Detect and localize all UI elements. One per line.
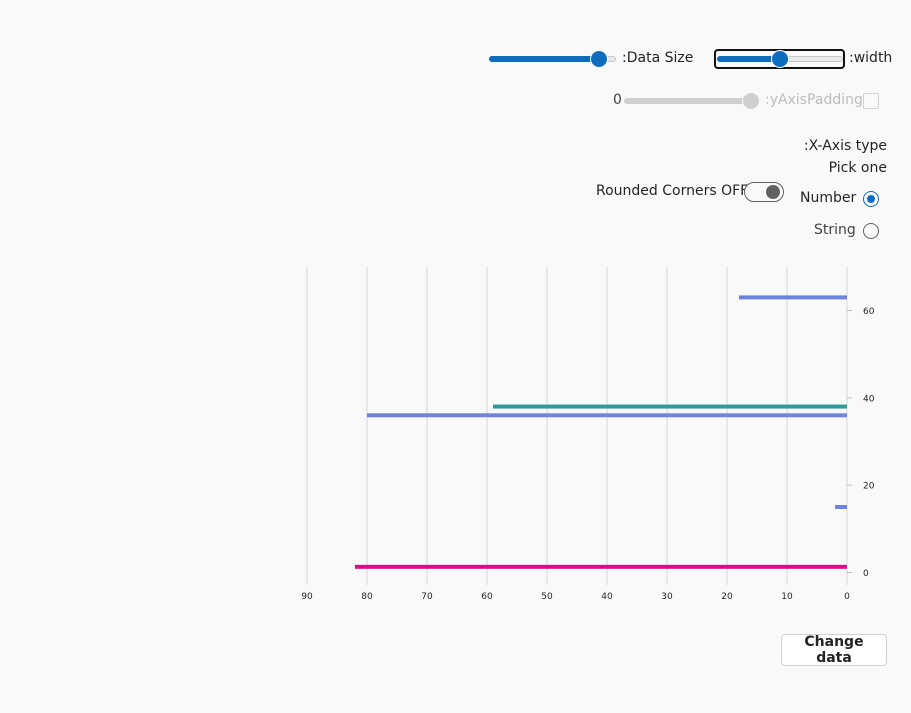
y-tick-label: 60: [863, 307, 875, 317]
y-axis-padding-value: 0: [613, 92, 622, 108]
y-axis-padding-label: :yAxisPadding: [765, 92, 863, 108]
x-tick-label: 40: [601, 592, 613, 602]
chart-grid: [306, 267, 848, 585]
data-size-slider[interactable]: [489, 51, 616, 67]
x-tick-label: 30: [661, 592, 673, 602]
x-tick-label: 70: [421, 592, 433, 602]
x-tick-label: 60: [481, 592, 493, 602]
x-axis-ticks: 90 80 70 60 50 40 30 20 10 0: [301, 592, 850, 602]
rounded-corners-toggle[interactable]: [744, 182, 784, 202]
radio-string-label: String: [814, 222, 856, 238]
radio-number[interactable]: [863, 191, 879, 207]
width-slider-fill: [717, 56, 780, 62]
width-slider-thumb[interactable]: [772, 51, 788, 67]
bar[interactable]: [367, 413, 847, 418]
y-axis-padding-slider-thumb[interactable]: [743, 93, 759, 109]
y-axis-ticks: 60 40 20 0: [847, 307, 875, 579]
y-tick-label: 40: [863, 394, 875, 404]
rounded-corners-label: Rounded Corners OFF: [596, 183, 749, 199]
chart-bars: [355, 295, 847, 569]
pick-one-label: Pick one: [828, 160, 887, 176]
x-tick-label: 90: [301, 592, 313, 602]
bar[interactable]: [739, 295, 847, 300]
data-size-slider-fill: [489, 56, 600, 62]
x-tick-label: 0: [844, 592, 850, 602]
toggle-knob: [766, 185, 780, 199]
y-axis-padding-slider[interactable]: [624, 93, 759, 109]
y-axis-padding-slider-fill: [624, 98, 751, 104]
bar[interactable]: [355, 564, 847, 569]
data-size-label: :Data Size: [622, 50, 694, 66]
x-axis-type-label: :X-Axis type: [803, 138, 887, 154]
radio-string[interactable]: [863, 223, 879, 239]
y-tick-label: 0: [863, 569, 869, 579]
bar[interactable]: [493, 404, 847, 409]
y-axis-padding-checkbox[interactable]: [863, 93, 879, 109]
x-tick-label: 20: [721, 592, 733, 602]
data-size-slider-thumb[interactable]: [591, 51, 608, 67]
x-tick-label: 80: [361, 592, 373, 602]
x-tick-label: 10: [781, 592, 793, 602]
width-slider[interactable]: [717, 51, 843, 67]
change-data-button[interactable]: Change data: [781, 634, 887, 666]
x-tick-label: 50: [541, 592, 553, 602]
radio-number-label: Number: [800, 190, 857, 206]
bar[interactable]: [835, 505, 847, 509]
y-tick-label: 20: [863, 482, 875, 492]
width-label: :width: [849, 50, 893, 66]
